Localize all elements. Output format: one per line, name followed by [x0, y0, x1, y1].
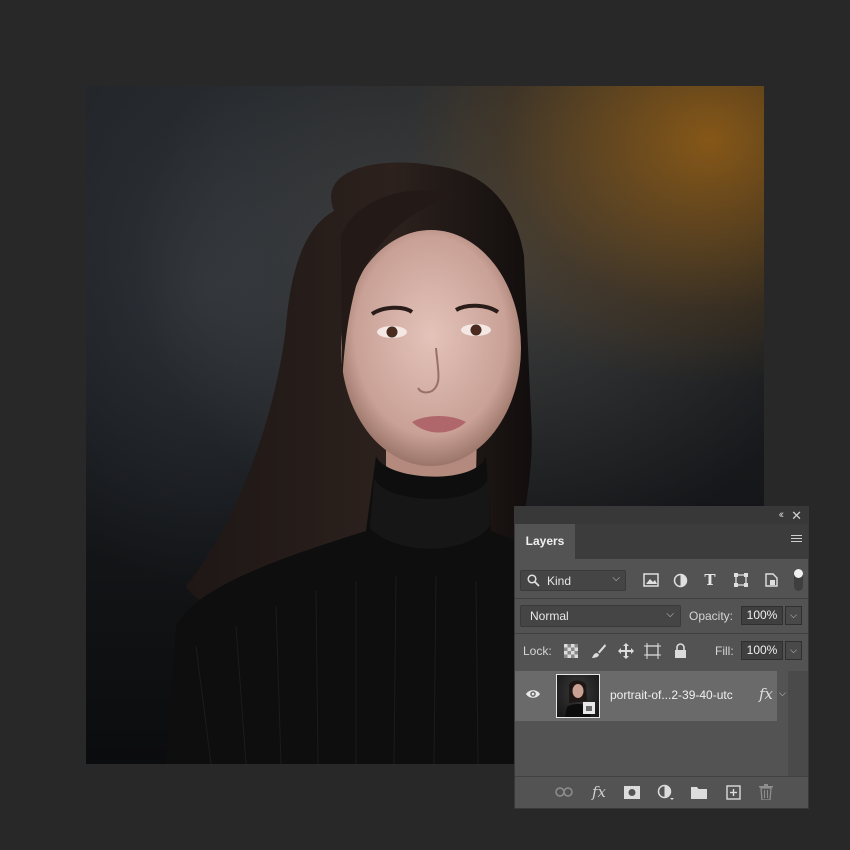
chevron-down-icon: ⌵ — [612, 573, 620, 584]
opacity-dropdown-icon[interactable]: ⌵ — [785, 606, 802, 625]
opacity-field[interactable]: 100% — [741, 606, 783, 625]
link-layers-icon[interactable] — [555, 783, 573, 801]
panel-footer: fx — [515, 776, 808, 808]
left-iris — [386, 326, 398, 338]
add-mask-icon[interactable] — [623, 783, 641, 801]
blend-mode-select[interactable]: Normal ⌵ — [520, 605, 681, 627]
shape-filter-icon[interactable] — [732, 571, 750, 589]
lock-transparent-pixels-icon[interactable] — [562, 642, 579, 659]
layers-panel: ‹‹ ✕ Layers Kind ⌵ T Normal ⌵ Opacity: 1… — [514, 506, 809, 809]
new-layer-icon[interactable] — [724, 783, 742, 801]
lock-image-pixels-icon[interactable] — [590, 642, 607, 659]
layer-effects-icon[interactable]: fx — [759, 685, 773, 703]
opacity-label: Opacity: — [689, 609, 734, 623]
new-adjustment-layer-icon[interactable] — [656, 783, 674, 801]
blend-mode-value: Normal — [530, 609, 569, 623]
delete-layer-icon[interactable] — [757, 783, 775, 801]
search-icon — [527, 574, 540, 587]
layer-thumbnail[interactable] — [556, 674, 600, 718]
fill-label: Fill: — [715, 644, 734, 658]
filter-kind-select[interactable]: Kind ⌵ — [520, 570, 626, 591]
fill-field[interactable]: 100% — [741, 641, 783, 660]
layers-list: portrait-of...2-39-40-utc fx ⌵ — [515, 671, 808, 779]
smart-object-filter-icon[interactable] — [762, 571, 780, 589]
fill-dropdown-icon[interactable]: ⌵ — [785, 641, 802, 660]
filter-toggle[interactable] — [794, 569, 803, 591]
chevron-down-icon: ⌵ — [666, 609, 674, 620]
filter-kind-label: Kind — [547, 574, 572, 588]
layer-row[interactable]: portrait-of...2-39-40-utc fx — [515, 671, 777, 721]
lock-label: Lock: — [523, 644, 552, 658]
layers-scrollbar[interactable] — [788, 671, 808, 779]
tab-layers[interactable]: Layers — [515, 524, 575, 559]
layer-name[interactable]: portrait-of...2-39-40-utc — [610, 688, 733, 702]
new-group-icon[interactable] — [690, 783, 708, 801]
collapse-panel-icon[interactable]: ‹‹ — [779, 509, 785, 521]
lock-position-icon[interactable] — [617, 642, 634, 659]
adjustment-filter-icon[interactable] — [671, 571, 689, 589]
panel-tab-row: Layers — [515, 524, 808, 559]
divider — [515, 598, 808, 599]
panel-titlebar[interactable]: ‹‹ ✕ — [515, 507, 808, 524]
visibility-eye-icon[interactable] — [525, 688, 541, 700]
type-filter-icon[interactable]: T — [701, 571, 719, 589]
lock-all-icon[interactable] — [672, 642, 689, 659]
lock-artboard-icon[interactable] — [644, 642, 661, 659]
close-panel-icon[interactable]: ✕ — [791, 508, 802, 524]
panel-menu-icon[interactable] — [791, 535, 802, 545]
add-layer-style-icon[interactable]: fx — [590, 783, 608, 801]
right-iris — [470, 324, 482, 336]
divider — [515, 633, 808, 634]
expand-effects-icon[interactable]: ⌵ — [779, 688, 786, 699]
image-filter-icon[interactable] — [642, 571, 660, 589]
